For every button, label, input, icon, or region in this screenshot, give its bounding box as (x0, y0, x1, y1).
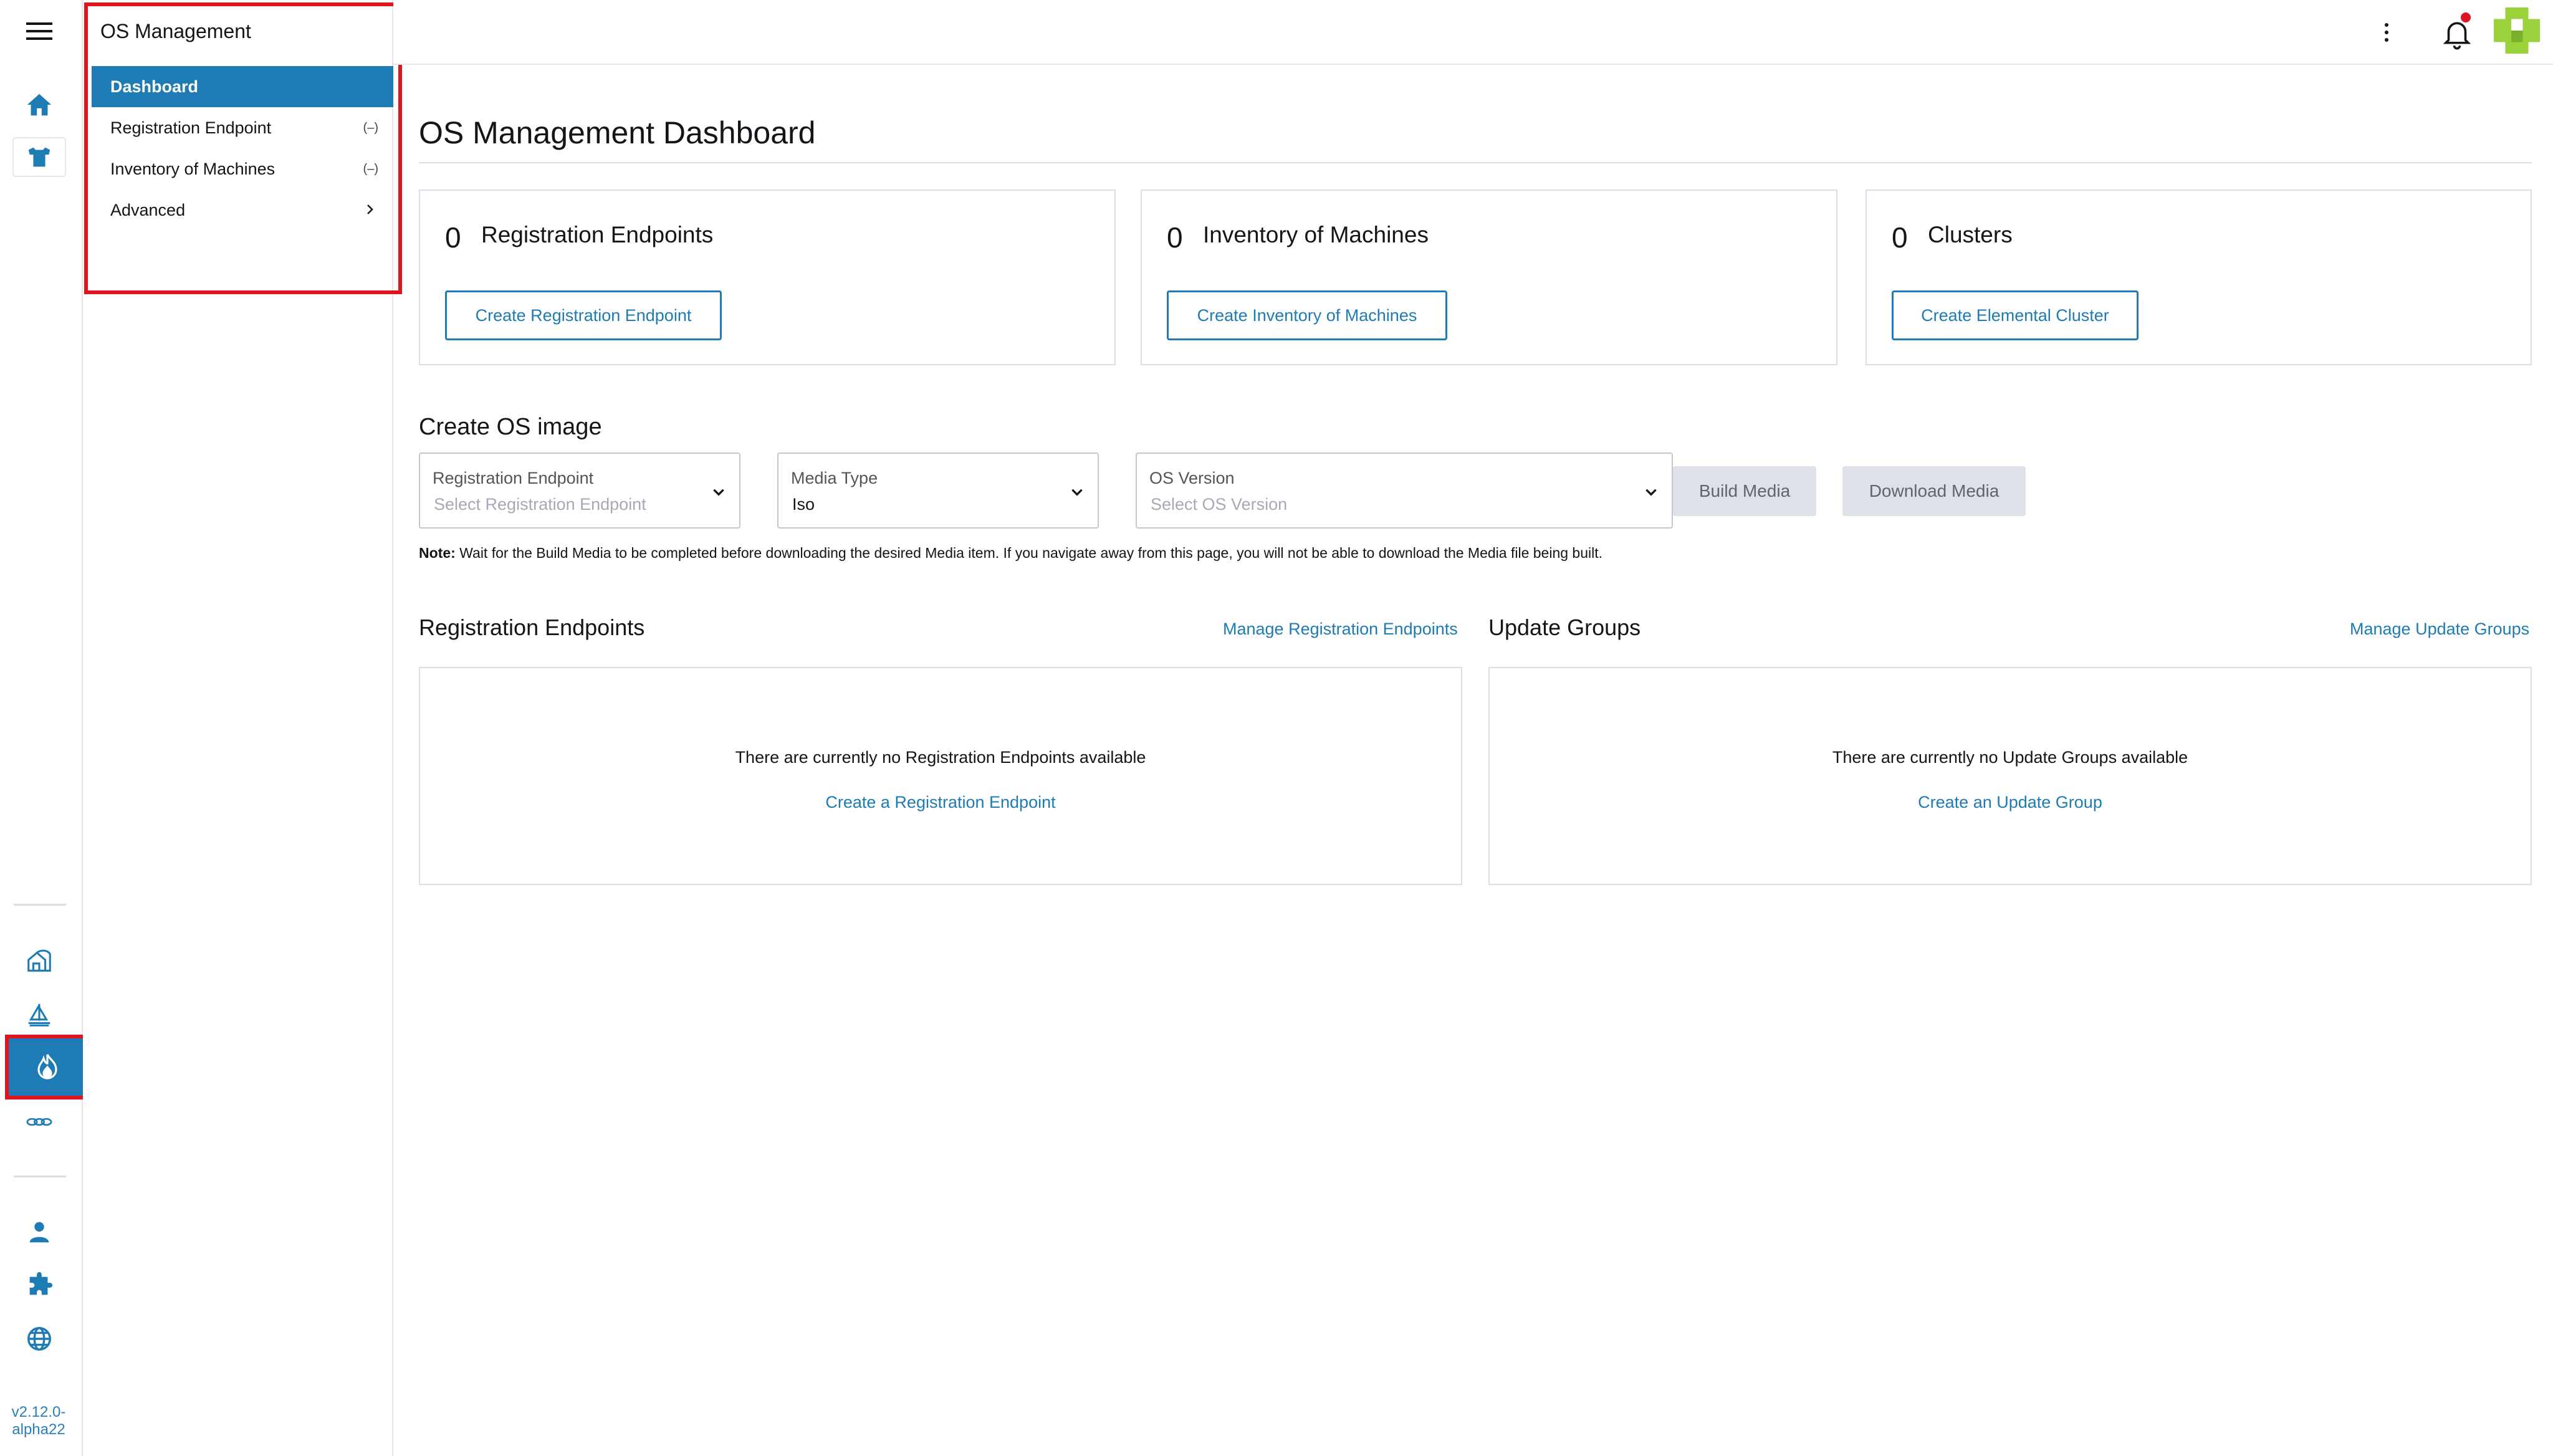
create-elemental-cluster-button[interactable]: Create Elemental Cluster (1892, 290, 2139, 340)
notification-dot (2461, 12, 2471, 22)
note-label: Note: (419, 545, 456, 561)
globe-icon (27, 1327, 51, 1351)
manage-registration-endpoints-link[interactable]: Manage Registration Endpoints (1223, 620, 1458, 639)
sail-button[interactable] (12, 995, 66, 1035)
global-settings-button[interactable] (12, 1319, 66, 1359)
product-name: OS Management (100, 20, 251, 42)
inventory-of-machines-card: 0 Inventory of Machines Create Inventory… (1141, 189, 1837, 365)
top-header (393, 0, 2553, 65)
fleet-button[interactable] (12, 941, 66, 981)
empty-message: There are currently no Update Groups ava… (1832, 748, 2188, 767)
sidebar-item-advanced[interactable]: Advanced (92, 189, 393, 231)
os-version-select[interactable]: OS Version Select OS Version (1136, 453, 1673, 529)
count-badge: (–) (363, 161, 378, 176)
chain-button[interactable] (12, 1102, 66, 1142)
card-label: Inventory of Machines (1203, 222, 1429, 247)
extension-icon (29, 1272, 53, 1295)
chevron-down-icon (1645, 489, 1657, 496)
rail-divider (14, 904, 66, 906)
rail-divider (14, 1176, 66, 1177)
build-media-note: Note: Wait for the Build Media to be com… (419, 545, 1602, 562)
side-nav: OS Management Dashboard Registration End… (83, 0, 402, 1456)
create-os-image-title: Create OS image (419, 414, 602, 440)
select-value: Iso (792, 495, 815, 514)
version-label: v2.12.0-alpha22 (11, 1404, 66, 1438)
cluster-icon (28, 147, 50, 167)
create-registration-endpoint-link[interactable]: Create a Registration Endpoint (420, 793, 1461, 812)
registration-endpoints-title: Registration Endpoints (419, 615, 645, 640)
create-update-group-link[interactable]: Create an Update Group (1490, 793, 2531, 812)
card-label: Clusters (1928, 222, 2013, 247)
card-count: 0 (1892, 221, 1908, 254)
empty-message: There are currently no Registration Endp… (735, 748, 1146, 767)
sidebar-item-inventory-of-machines[interactable]: Inventory of Machines (–) (92, 148, 393, 189)
title-divider (419, 162, 2532, 163)
page-title: OS Management Dashboard (419, 115, 816, 150)
sidebar-item-label: Inventory of Machines (110, 159, 275, 178)
left-rail: v2.12.0-alpha22 (0, 0, 90, 1456)
home-icon (27, 93, 52, 116)
fleet-icon (27, 949, 51, 972)
sidebar-item-label: Registration Endpoint (110, 118, 272, 137)
registration-endpoints-card: 0 Registration Endpoints Create Registra… (419, 189, 1116, 365)
chevron-right-icon (367, 204, 373, 214)
card-count: 0 (1167, 221, 1183, 254)
sidebar-item-registration-endpoint[interactable]: Registration Endpoint (–) (92, 107, 393, 148)
note-text: Wait for the Build Media to be completed… (455, 545, 1603, 561)
clusters-card: 0 Clusters Create Elemental Cluster (1866, 189, 2532, 365)
count-badge: (–) (363, 120, 378, 135)
manage-update-groups-link[interactable]: Manage Update Groups (2350, 620, 2529, 639)
select-placeholder: Select OS Version (1151, 495, 1288, 514)
elemental-icon (37, 1054, 57, 1080)
update-groups-empty-state: There are currently no Update Groups ava… (1488, 667, 2532, 885)
select-label: Registration Endpoint (433, 469, 594, 487)
update-groups-title: Update Groups (1488, 615, 1641, 640)
select-label: OS Version (1149, 469, 1235, 487)
card-count: 0 (445, 221, 461, 254)
build-media-button[interactable]: Build Media (1673, 466, 1816, 516)
sidebar-item-label: Advanced (110, 200, 186, 219)
chevron-down-icon (1071, 489, 1083, 496)
registration-endpoint-select[interactable]: Registration Endpoint Select Registratio… (419, 453, 740, 529)
users-button[interactable] (12, 1212, 66, 1252)
hamburger-menu-icon[interactable] (24, 17, 55, 45)
sidebar-item-label: Dashboard (110, 77, 199, 96)
os-management-button[interactable] (5, 1035, 90, 1099)
avatar[interactable] (2494, 7, 2540, 54)
home-button[interactable] (12, 85, 66, 125)
chevron-down-icon (713, 489, 724, 496)
extensions-button[interactable] (12, 1265, 66, 1305)
create-registration-endpoint-button[interactable]: Create Registration Endpoint (445, 290, 722, 340)
kebab-menu-icon[interactable] (2379, 17, 2394, 47)
media-type-select[interactable]: Media Type Iso (777, 453, 1099, 529)
card-label: Registration Endpoints (481, 222, 714, 247)
sail-icon (28, 1003, 50, 1027)
cluster-button[interactable] (12, 137, 66, 177)
chain-icon (26, 1118, 52, 1126)
download-media-button[interactable]: Download Media (1842, 466, 2026, 516)
create-inventory-of-machines-button[interactable]: Create Inventory of Machines (1167, 290, 1447, 340)
user-icon (29, 1222, 49, 1243)
select-label: Media Type (791, 469, 878, 487)
select-placeholder: Select Registration Endpoint (434, 495, 646, 514)
sidebar-item-dashboard[interactable]: Dashboard (92, 66, 393, 107)
registration-endpoints-empty-state: There are currently no Registration Endp… (419, 667, 1462, 885)
